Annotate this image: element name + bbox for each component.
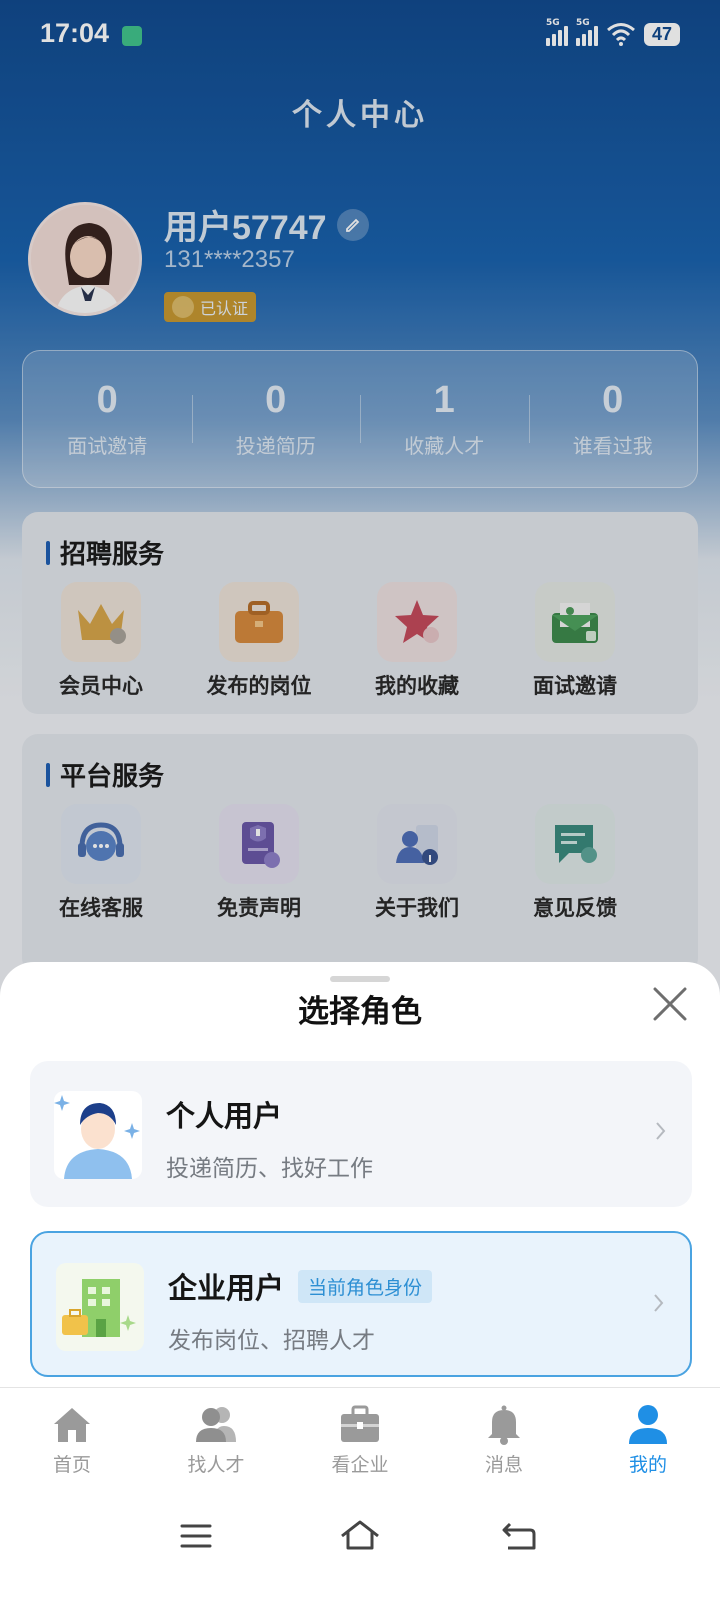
home-icon bbox=[54, 1408, 90, 1442]
tab-messages[interactable]: 消息 bbox=[432, 1388, 576, 1499]
tab-label: 看企业 bbox=[331, 1454, 389, 1476]
chevron-right-icon bbox=[654, 1294, 664, 1312]
tab-mine[interactable]: 我的 bbox=[576, 1388, 720, 1499]
user-icon bbox=[629, 1405, 667, 1444]
role-name-row: 企业用户 当前角色身份 bbox=[168, 1265, 433, 1307]
role-option-company[interactable]: 企业用户 当前角色身份 发布岗位、招聘人才 bbox=[30, 1231, 692, 1377]
chevron-right-icon bbox=[656, 1122, 666, 1140]
tab-label: 消息 bbox=[484, 1454, 523, 1476]
personal-user-icon bbox=[54, 1091, 142, 1179]
close-icon[interactable] bbox=[650, 984, 690, 1024]
role-name: 个人用户 bbox=[166, 1099, 283, 1133]
tab-companies[interactable]: 看企业 bbox=[288, 1388, 432, 1499]
tab-home[interactable]: 首页 bbox=[0, 1388, 144, 1499]
current-role-badge: 当前角色身份 bbox=[298, 1269, 433, 1303]
tab-find-talent[interactable]: 找人才 bbox=[144, 1388, 288, 1499]
bell-icon bbox=[488, 1405, 520, 1445]
role-option-personal[interactable]: 个人用户 投递简历、找好工作 bbox=[30, 1061, 692, 1207]
menu-icon[interactable] bbox=[172, 1512, 220, 1560]
tab-label: 我的 bbox=[628, 1454, 667, 1476]
company-user-icon bbox=[56, 1263, 144, 1351]
role-description: 投递简历、找好工作 bbox=[166, 1156, 373, 1182]
briefcase-icon bbox=[341, 1405, 379, 1442]
role-text: 企业用户 当前角色身份 发布岗位、招聘人才 bbox=[168, 1265, 433, 1355]
role-description: 发布岗位、招聘人才 bbox=[168, 1328, 375, 1354]
sheet-title: 选择角色 bbox=[298, 994, 422, 1030]
sheet-drag-handle[interactable] bbox=[330, 976, 390, 982]
system-navigation-bar bbox=[0, 1502, 720, 1600]
tab-label: 首页 bbox=[52, 1454, 91, 1476]
role-select-sheet: 选择角色 个人用户 投递简历、找好工作 企业用户 当前角色身份 发布岗位、招聘人… bbox=[0, 962, 720, 1600]
people-icon bbox=[196, 1407, 236, 1442]
back-icon[interactable] bbox=[496, 1512, 544, 1560]
bottom-tab-bar: 首页 找人才 看企业 消息 我的 bbox=[0, 1387, 720, 1499]
role-name-row: 个人用户 bbox=[166, 1093, 373, 1135]
home-nav-icon[interactable] bbox=[336, 1512, 384, 1560]
role-name: 企业用户 bbox=[168, 1271, 285, 1305]
tab-label: 找人才 bbox=[187, 1454, 245, 1476]
role-text: 个人用户 投递简历、找好工作 bbox=[166, 1093, 373, 1183]
